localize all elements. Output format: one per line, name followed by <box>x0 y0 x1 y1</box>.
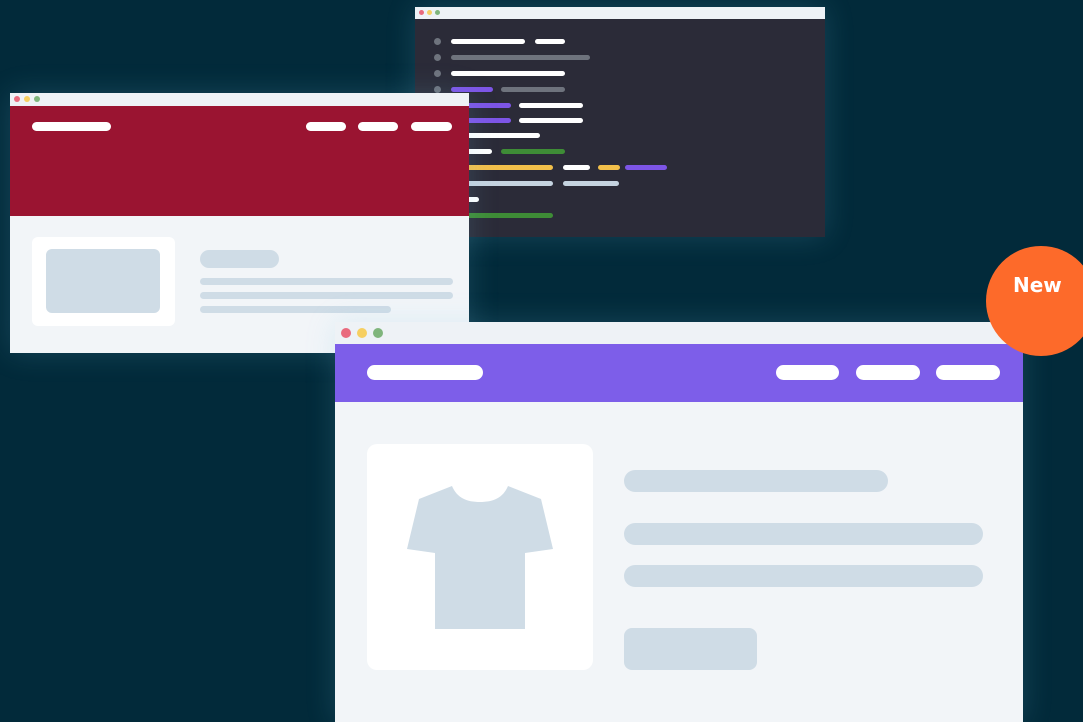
text-line-placeholder <box>200 278 453 285</box>
text-line-placeholder <box>624 523 983 545</box>
code-token <box>598 165 620 170</box>
t-shirt-icon <box>407 486 553 629</box>
minimize-dot[interactable] <box>357 328 367 338</box>
nav-link-placeholder[interactable] <box>306 122 346 131</box>
button-placeholder[interactable] <box>624 628 757 670</box>
new-badge-label: New <box>1013 273 1062 297</box>
code-token <box>465 133 540 138</box>
code-line-bullet <box>434 38 441 45</box>
code-line-bullet <box>434 86 441 93</box>
code-editor-window <box>415 7 825 237</box>
red-window-titlebar <box>10 93 469 106</box>
code-line-bullet <box>434 70 441 77</box>
purple-website-window <box>335 322 1023 722</box>
red-website-window <box>10 93 469 353</box>
code-token <box>501 149 565 154</box>
text-line-placeholder <box>200 306 391 313</box>
logo-placeholder <box>367 365 483 380</box>
nav-link-placeholder[interactable] <box>936 365 1000 380</box>
minimize-dot[interactable] <box>24 96 30 102</box>
maximize-dot[interactable] <box>373 328 383 338</box>
close-dot[interactable] <box>341 328 351 338</box>
code-token <box>465 181 553 186</box>
logo-placeholder <box>32 122 111 131</box>
code-line-bullet <box>434 54 441 61</box>
code-token <box>535 39 565 44</box>
code-token <box>465 149 492 154</box>
code-token <box>519 118 583 123</box>
nav-link-placeholder[interactable] <box>776 365 839 380</box>
code-token <box>563 165 590 170</box>
red-site-header <box>10 106 469 216</box>
code-token <box>563 181 619 186</box>
image-placeholder <box>46 249 160 313</box>
code-token <box>451 71 565 76</box>
code-token <box>501 87 565 92</box>
product-card <box>367 444 593 670</box>
code-token <box>451 39 525 44</box>
code-token <box>465 165 553 170</box>
code-token <box>451 55 590 60</box>
title-placeholder <box>200 250 279 268</box>
code-token <box>451 87 493 92</box>
text-line-placeholder <box>200 292 453 299</box>
nav-link-placeholder[interactable] <box>856 365 920 380</box>
maximize-dot[interactable] <box>435 10 440 15</box>
title-placeholder <box>624 470 888 492</box>
text-line-placeholder <box>624 565 983 587</box>
maximize-dot[interactable] <box>34 96 40 102</box>
purple-site-header <box>335 344 1023 402</box>
code-window-titlebar <box>415 7 825 19</box>
product-card <box>32 237 175 326</box>
purple-window-titlebar <box>335 322 1023 344</box>
minimize-dot[interactable] <box>427 10 432 15</box>
nav-link-placeholder[interactable] <box>358 122 398 131</box>
close-dot[interactable] <box>419 10 424 15</box>
nav-link-placeholder[interactable] <box>411 122 452 131</box>
code-token <box>625 165 667 170</box>
code-token <box>465 213 553 218</box>
close-dot[interactable] <box>14 96 20 102</box>
code-token <box>519 103 583 108</box>
